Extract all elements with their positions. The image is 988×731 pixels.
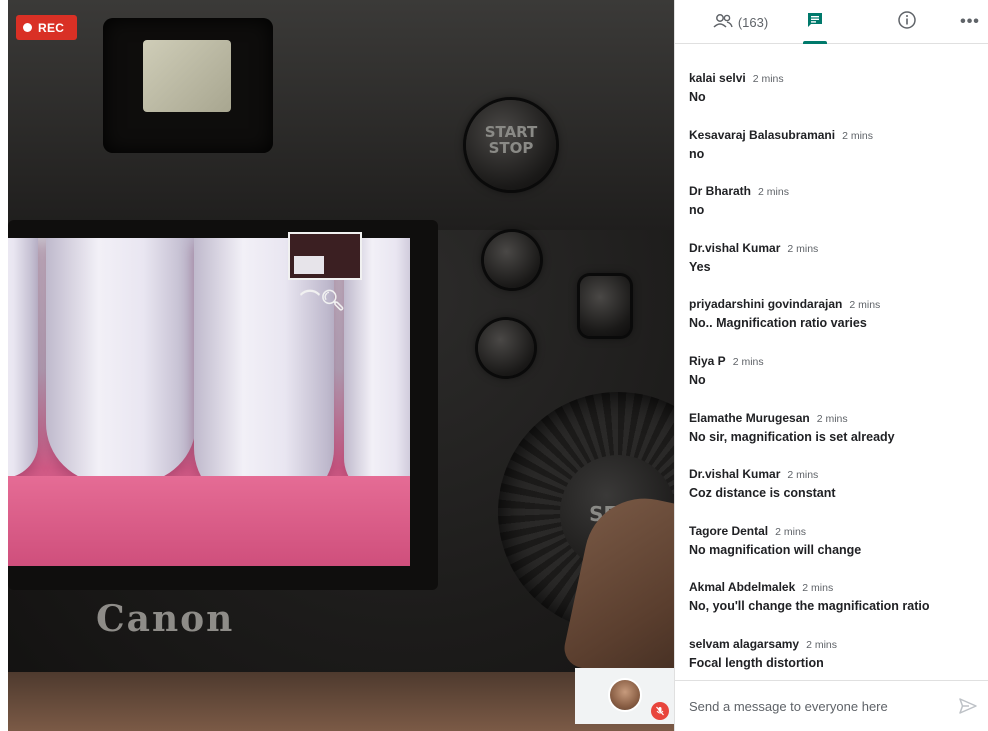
sender-name: selvam alagarsamy [689, 637, 800, 651]
recording-badge: REC [16, 15, 77, 40]
people-icon [712, 13, 734, 32]
record-dot-icon [23, 23, 32, 32]
gum-tissue [8, 476, 410, 566]
message-time: 2 mins [787, 243, 819, 255]
message-text: No, you'll change the magnification rati… [689, 599, 930, 613]
chat-message: Elamathe Murugesan 2 mins No sir, magnifi… [689, 411, 979, 444]
self-view-tile[interactable] [575, 668, 674, 724]
camera-playback-button [478, 320, 534, 376]
chat-message: Riya P 2 mins No [689, 354, 979, 387]
sender-name: Elamathe Murugesan [689, 411, 810, 425]
sender-name: Dr.vishal Kumar [689, 241, 781, 255]
zoom-preview-area [294, 256, 324, 274]
message-time: 2 mins [752, 73, 784, 85]
message-time: 2 mins [806, 639, 838, 651]
message-text: No magnification will change [689, 543, 862, 557]
chat-message-list: kalai selvi 2 mins No Kesavaraj Balasubra… [675, 44, 988, 680]
magnify-icon: ⌒🔍︎ [300, 288, 346, 312]
camera-lcd-screen [8, 238, 410, 566]
chat-message: priyadarshini govindarajan 2 mins No.. Ma… [689, 297, 979, 330]
message-time: 2 mins [842, 130, 874, 142]
sender-name: Dr.vishal Kumar [689, 467, 781, 481]
panel-tabs: (163) ••• [675, 0, 988, 44]
sender-name: kalai selvi [689, 71, 746, 85]
send-icon [957, 698, 979, 721]
message-time: 2 mins [732, 356, 764, 368]
info-icon [897, 10, 917, 35]
message-text: no [689, 147, 705, 161]
send-button[interactable] [957, 695, 981, 719]
chat-message: Akmal Abdelmalek 2 mins No, you'll change… [689, 580, 979, 613]
message-time: 2 mins [816, 413, 848, 425]
recording-label: REC [38, 20, 65, 35]
message-text: Yes [689, 260, 711, 274]
message-text: No sir, magnification is set already [689, 430, 895, 444]
camera-zoom-button [484, 232, 540, 288]
viewfinder-glass [143, 40, 231, 112]
message-time: 2 mins [787, 469, 819, 481]
zoom-preview-box [288, 232, 362, 280]
message-text: No.. Magnification ratio varies [689, 316, 867, 330]
mic-off-icon [651, 702, 669, 720]
camera-menu-button [580, 276, 630, 336]
video-stage: START STOP ⌒🔍︎ SET Canon REC [8, 0, 674, 731]
more-icon: ••• [960, 13, 980, 30]
message-input[interactable] [689, 691, 939, 721]
sender-name: Riya P [689, 354, 726, 368]
message-time: 2 mins [802, 582, 834, 594]
people-count: (163) [737, 14, 769, 30]
tab-people[interactable]: (163) [695, 0, 785, 44]
message-text: Coz distance is constant [689, 486, 836, 500]
tab-info[interactable] [887, 0, 927, 44]
camera-viewfinder [103, 18, 273, 153]
message-text: Focal length distortion [689, 656, 824, 670]
avatar [608, 678, 642, 712]
tooth [8, 238, 38, 478]
message-text: No [689, 373, 706, 387]
sender-name: Tagore Dental [689, 524, 769, 538]
tab-chat[interactable] [795, 0, 835, 44]
chat-message: Dr Bharath 2 mins no [689, 184, 979, 217]
tooth [46, 238, 196, 483]
camera-brand: Canon [96, 598, 235, 640]
chat-message: Dr.vishal Kumar 2 mins Coz distance is co… [689, 467, 979, 500]
sender-name: Kesavaraj Balasubramani [689, 128, 836, 142]
chat-message: kalai selvi 2 mins No [689, 71, 979, 104]
sender-name: Dr Bharath [689, 184, 752, 198]
chat-icon [806, 11, 824, 34]
message-text: No [689, 90, 706, 104]
chat-message: selvam alagarsamy 2 mins Focal length dis… [689, 637, 979, 670]
message-time: 2 mins [758, 186, 789, 198]
chat-message: Tagore Dental 2 mins No magnification wil… [689, 524, 979, 557]
message-composer [675, 680, 988, 731]
camera-start-stop-label: START STOP [484, 123, 538, 157]
message-text: no [689, 203, 705, 217]
sender-name: Akmal Abdelmalek [689, 580, 796, 594]
message-time: 2 mins [775, 526, 807, 538]
sender-name: priyadarshini govindarajan [689, 297, 843, 311]
more-options-button[interactable]: ••• [955, 0, 985, 44]
message-time: 2 mins [849, 299, 881, 311]
chat-message: Dr.vishal Kumar 2 mins Yes [689, 241, 979, 274]
side-panel: (163) ••• kalai selvi 2 mins No Kesavara… [674, 0, 988, 731]
chat-message: Kesavaraj Balasubramani 2 mins no [689, 128, 979, 161]
